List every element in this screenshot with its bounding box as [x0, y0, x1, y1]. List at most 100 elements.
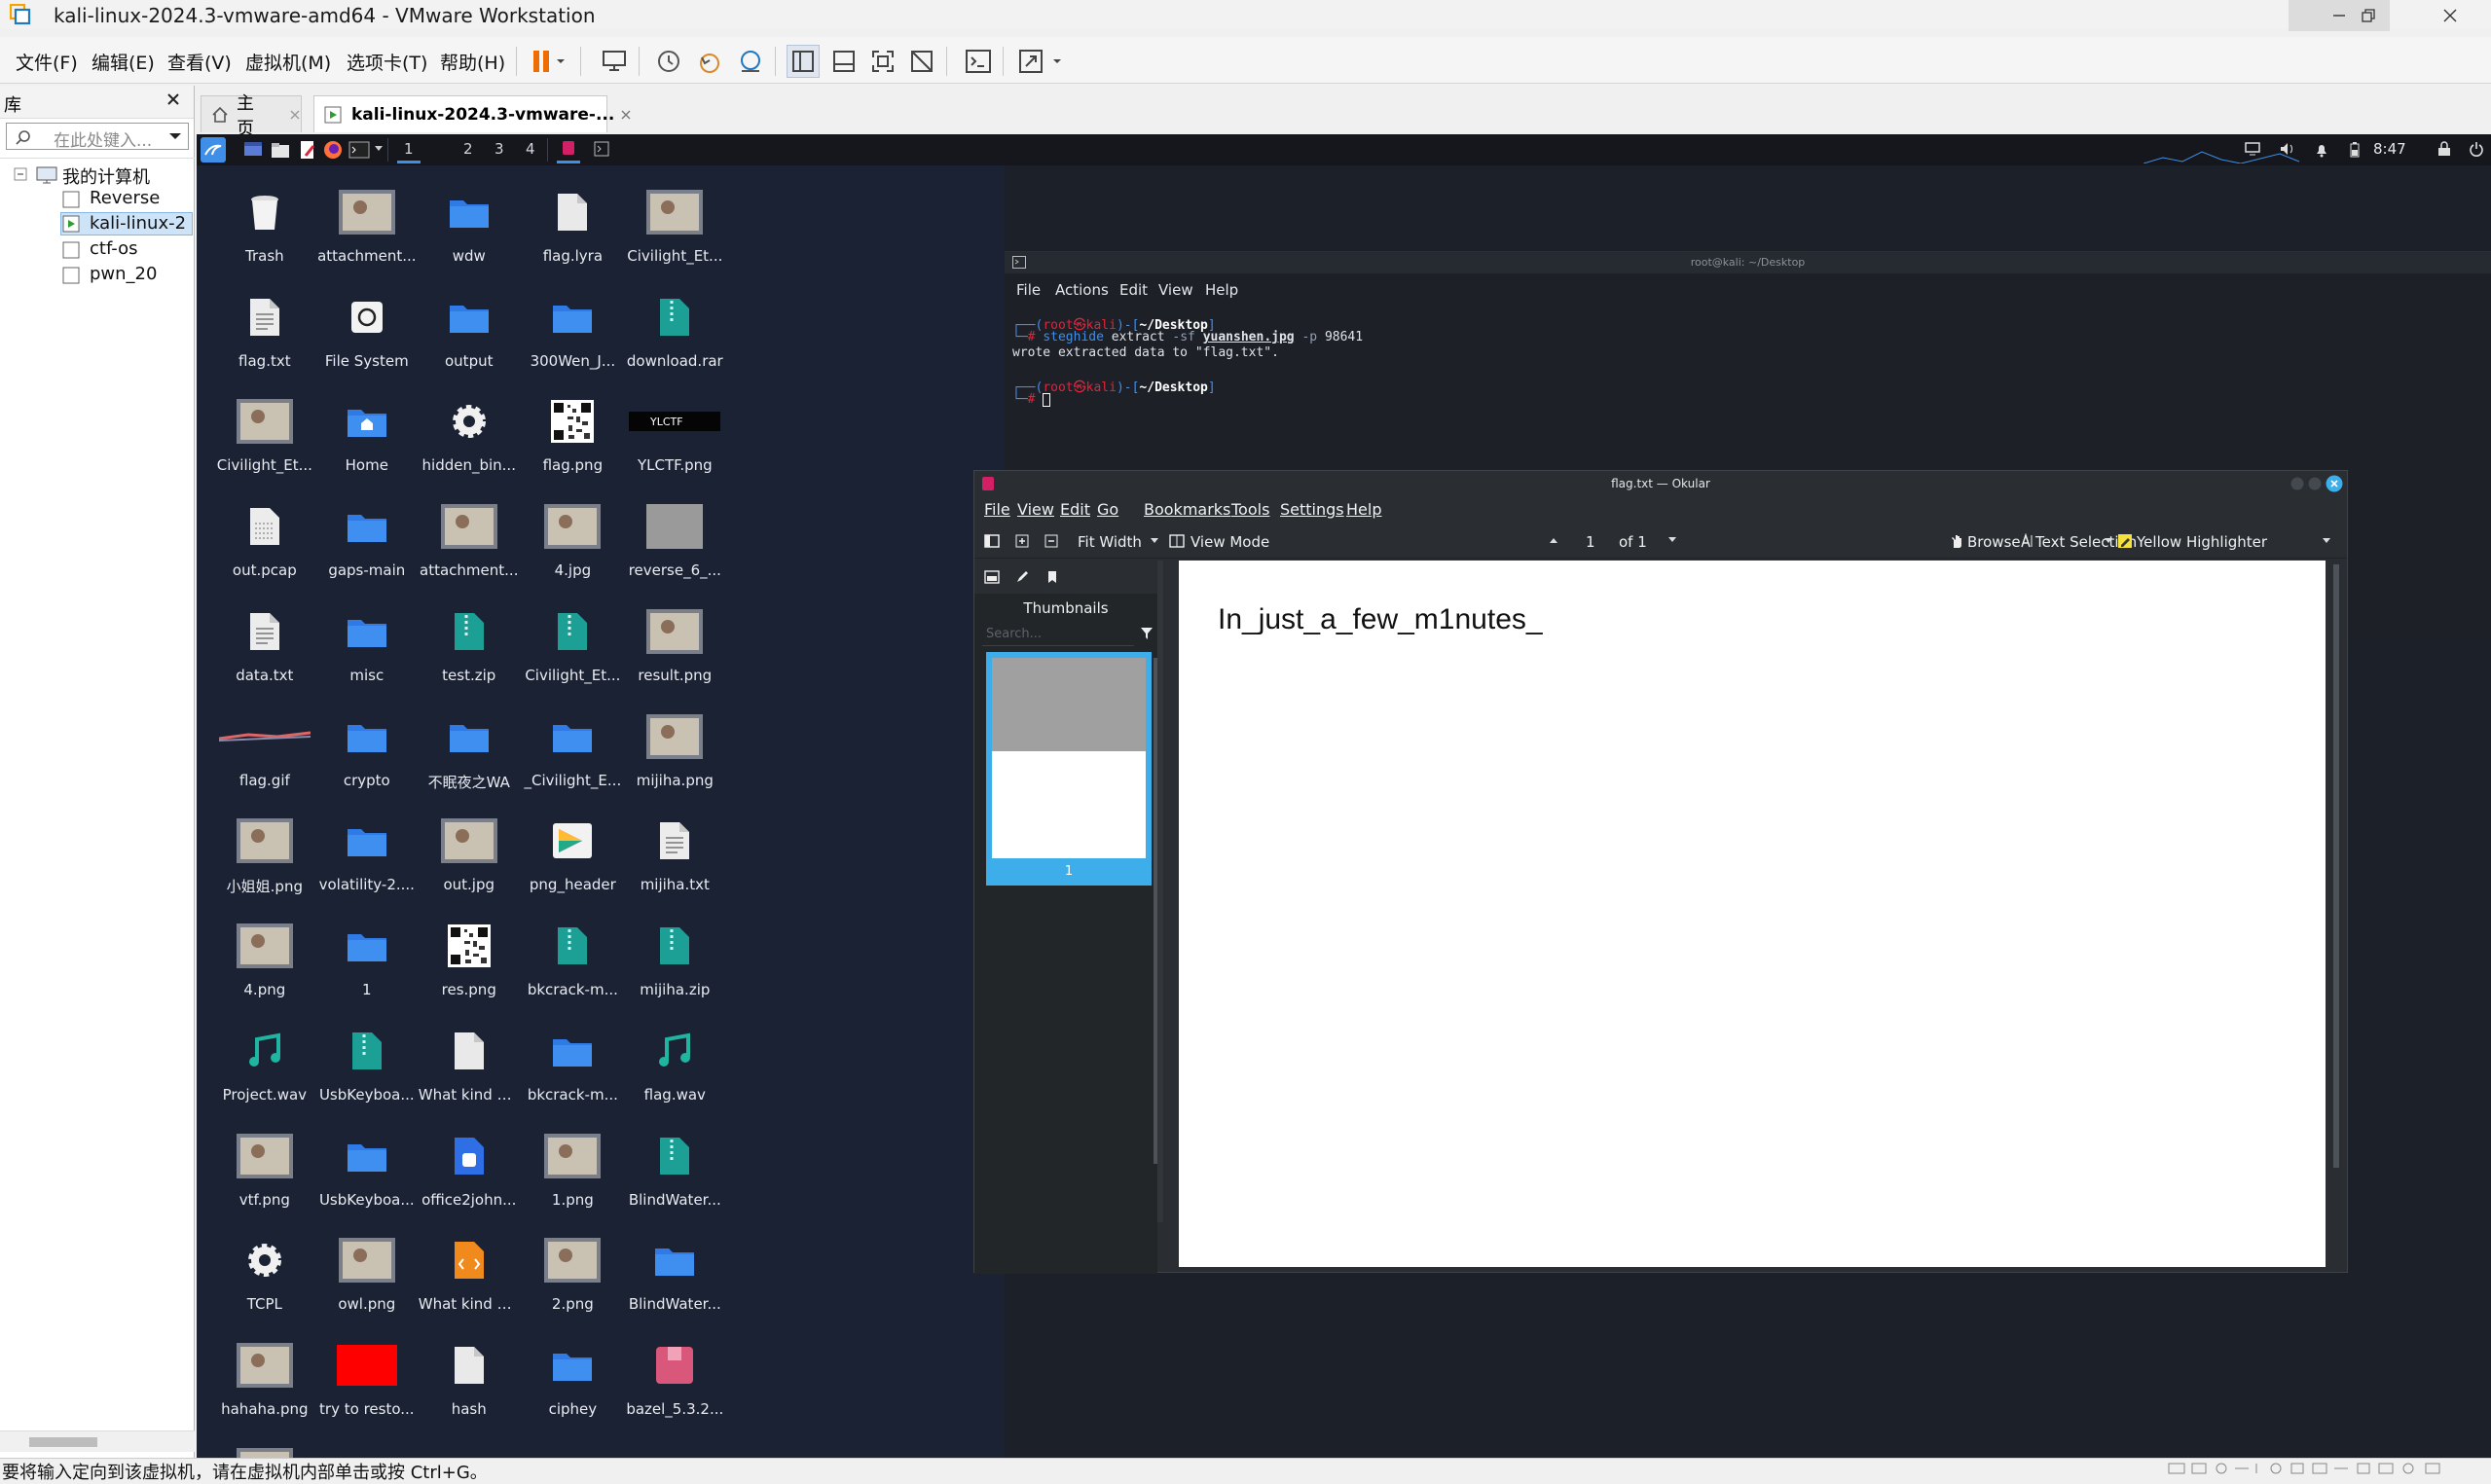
workspace-2[interactable]: 2 — [463, 140, 473, 158]
tree-vm-pwn[interactable]: pwn_20 — [90, 264, 157, 284]
desktop-icon[interactable]: flag.wav — [624, 1018, 725, 1121]
desktop-icon[interactable]: office2john... — [419, 1123, 520, 1226]
desktop-icon[interactable]: flag.txt — [214, 284, 315, 387]
thumbnails-tab-icon[interactable] — [984, 570, 1000, 584]
revert-snapshot-icon[interactable] — [693, 45, 726, 78]
stretch-guest-icon[interactable] — [1014, 45, 1047, 78]
okular-menu-bookmarks[interactable]: Bookmarks — [1144, 500, 1230, 519]
highlighter-button[interactable]: Yellow Highlighter — [2137, 533, 2267, 551]
workspace-4[interactable]: 4 — [526, 140, 535, 158]
desktop-icon[interactable]: png_header — [522, 808, 623, 911]
desktop-icon[interactable]: 不眠夜之WA — [419, 704, 520, 807]
desktop-icon[interactable]: File System — [316, 284, 418, 387]
desktop-icon[interactable]: flag.png — [522, 388, 623, 491]
library-search-input[interactable]: 在此处键入... — [6, 123, 189, 151]
notification-icon[interactable] — [2315, 142, 2328, 158]
terminal-menu-help[interactable]: Help — [1205, 281, 1238, 299]
desktop-icon[interactable]: Project.wav — [214, 1018, 315, 1121]
tree-vm-ctf-os[interactable]: ctf-os — [90, 238, 138, 259]
terminal-menu-view[interactable]: View — [1158, 281, 1193, 299]
zoom-select[interactable]: Fit Width — [1078, 533, 1142, 551]
search-dropdown-icon[interactable] — [168, 131, 182, 141]
desktop-icon[interactable]: UsbKeyboa... — [316, 1123, 418, 1226]
bookmarks-tab-icon[interactable] — [1046, 570, 1058, 584]
tree-my-computer[interactable]: 我的计算机 — [62, 163, 150, 189]
guest-screen[interactable]: 1 2 3 4 8:47 Trash attachment... wdw flag.l… — [197, 134, 2491, 1458]
menu-edit[interactable]: 编辑(E) — [90, 45, 157, 79]
browse-button[interactable]: Browse — [1967, 533, 2021, 551]
zoom-dropdown-icon[interactable] — [1150, 537, 1159, 545]
desktop-icon[interactable]: bazel_5.3.2... — [624, 1332, 725, 1435]
view-mode-icon[interactable] — [1169, 534, 1185, 548]
display-icon[interactable] — [2245, 142, 2260, 156]
volume-icon[interactable] — [2280, 142, 2295, 156]
taskbar-okular[interactable] — [557, 136, 580, 163]
desktop-icon[interactable]: TCPL — [214, 1227, 315, 1330]
desktop-icon[interactable]: Civilight_Et... — [214, 388, 315, 491]
previous-page-icon[interactable] — [1549, 536, 1558, 544]
desktop-icon[interactable]: flag.lyra — [522, 179, 623, 282]
selection-dropdown-icon[interactable] — [2104, 537, 2113, 545]
desktop-icon[interactable]: misc — [316, 598, 418, 702]
kali-menu-icon[interactable] — [201, 137, 226, 163]
menu-file[interactable]: 文件(F) — [14, 45, 80, 79]
okular-menu-edit[interactable]: Edit — [1060, 500, 1090, 519]
desktop-icon[interactable]: mijiha.png — [624, 704, 725, 807]
desktop-icon[interactable]: crypto — [316, 704, 418, 807]
desktop-icon[interactable]: yuanshen.jpg — [214, 1437, 315, 1458]
desktop-icon[interactable]: out.jpg — [419, 808, 520, 911]
desktop-icon[interactable]: download.rar — [624, 284, 725, 387]
desktop-icon[interactable]: wdw — [419, 179, 520, 282]
desktop-icon[interactable]: Trash — [214, 179, 315, 282]
desktop-icon[interactable]: Civilight_Et... — [624, 179, 725, 282]
close-window-button[interactable] — [2409, 0, 2491, 31]
desktop-icon[interactable]: mijiha.txt — [624, 808, 725, 911]
desktop-icon[interactable]: gaps-main — [316, 493, 418, 597]
highlighter-dropdown-icon[interactable] — [2322, 537, 2331, 545]
desktop-icon[interactable]: _Civilight_E... — [522, 704, 623, 807]
okular-maximize-icon[interactable] — [2308, 477, 2322, 490]
taskbar-terminal[interactable] — [594, 141, 609, 157]
tree-vm-reverse[interactable]: Reverse — [90, 188, 160, 208]
workspace-1[interactable]: 1 — [397, 136, 421, 163]
launcher-dropdown-icon[interactable] — [374, 145, 384, 153]
desktop-icon[interactable]: Civilight_Et... — [522, 598, 623, 702]
okular-menu-file[interactable]: File — [984, 500, 1010, 519]
desktop-icon[interactable]: data.txt — [214, 598, 315, 702]
okular-window[interactable]: flag.txt — Okular File View Edit Go Book… — [973, 470, 2348, 1274]
thumbnail-page-1[interactable]: 1 — [986, 652, 1152, 886]
zoom-out-icon[interactable] — [1044, 534, 1058, 548]
desktop-icon[interactable]: 2.png — [522, 1227, 623, 1330]
desktop-icon[interactable]: Home — [316, 388, 418, 491]
desktop-icon[interactable]: ciphey — [522, 1332, 623, 1435]
desktop-icon[interactable]: vtf.png — [214, 1123, 315, 1226]
terminal-menu-actions[interactable]: Actions — [1055, 281, 1109, 299]
terminal-menu-file[interactable]: File — [1016, 281, 1041, 299]
zoom-in-icon[interactable] — [1015, 534, 1029, 548]
lock-screen-icon[interactable] — [2437, 141, 2451, 157]
close-tab-icon[interactable] — [289, 109, 301, 121]
next-page-icon[interactable] — [1667, 536, 1677, 544]
desktop-icon[interactable]: 4.png — [214, 913, 315, 1016]
document-page[interactable]: In_just_a_few_m1nutes_ — [1179, 561, 2326, 1267]
page-number-input[interactable]: 1 — [1586, 533, 1595, 551]
desktop-icon[interactable]: 1 — [316, 913, 418, 1016]
filter-icon[interactable] — [1140, 627, 1154, 640]
desktop-icon[interactable]: reverse_6_... — [624, 493, 725, 597]
desktop-icon[interactable]: hidden_bin... — [419, 388, 520, 491]
desktop-icon[interactable]: mijiha.zip — [624, 913, 725, 1016]
annotations-tab-icon[interactable] — [1015, 570, 1029, 584]
close-tab-icon[interactable] — [620, 109, 632, 121]
desktop-icon[interactable]: owl.png — [316, 1227, 418, 1330]
kali-desktop[interactable]: Trash attachment... wdw flag.lyra Civilight_… — [197, 165, 1005, 1458]
console-view-icon[interactable] — [962, 45, 995, 78]
text-selection-icon[interactable] — [2020, 533, 2033, 549]
view-mode-button[interactable]: View Mode — [1191, 533, 1269, 551]
desktop-icon[interactable]: result.png — [624, 598, 725, 702]
okular-menu-help[interactable]: Help — [1346, 500, 1381, 519]
browse-tool-icon[interactable] — [1950, 533, 1963, 549]
terminal-input-line[interactable]: └─# — [1012, 392, 1051, 407]
desktop-icon[interactable]: 小姐姐.png — [214, 808, 315, 911]
desktop-icon[interactable]: bkcrack-m... — [522, 1018, 623, 1121]
desktop-icon[interactable]: flag.gif — [214, 704, 315, 807]
